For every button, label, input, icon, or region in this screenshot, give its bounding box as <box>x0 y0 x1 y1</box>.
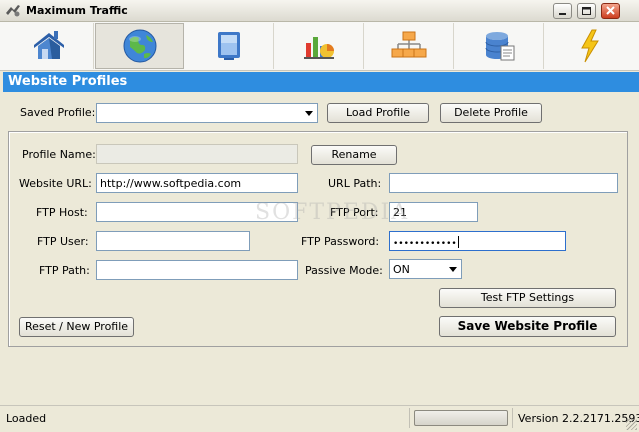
chevron-down-icon <box>300 104 317 122</box>
website-url-field[interactable]: http://www.softpedia.com <box>96 173 298 193</box>
saved-profile-label: Saved Profile: <box>20 106 96 119</box>
ftp-port-field[interactable]: 21 <box>389 202 478 222</box>
save-website-profile-button[interactable]: Save Website Profile <box>439 316 616 337</box>
globe-tool-button[interactable] <box>95 23 184 69</box>
home-icon <box>34 31 64 59</box>
passive-mode-select[interactable]: ON <box>389 259 462 279</box>
ftp-password-label: FTP Password: <box>301 235 380 248</box>
reset-new-profile-button[interactable]: Reset / New Profile <box>19 317 134 337</box>
saved-profile-select[interactable] <box>96 103 318 123</box>
url-path-label: URL Path: <box>328 177 382 190</box>
lightning-icon <box>580 29 599 63</box>
app-icon <box>6 5 20 17</box>
database-icon <box>485 32 515 61</box>
website-url-label: Website URL: <box>19 177 92 190</box>
status-divider <box>512 408 513 428</box>
window-title: Maximum Traffic <box>26 4 128 17</box>
test-ftp-settings-button[interactable]: Test FTP Settings <box>439 288 616 308</box>
load-profile-button[interactable]: Load Profile <box>327 103 429 123</box>
delete-profile-button[interactable]: Delete Profile <box>440 103 542 123</box>
monitor-tool-button[interactable] <box>185 23 274 69</box>
ftp-user-label: FTP User: <box>37 235 89 248</box>
ftp-password-value: •••••••••••• <box>393 239 457 249</box>
ftp-host-field[interactable] <box>96 202 298 222</box>
maximize-button[interactable] <box>577 3 596 19</box>
chevron-down-icon <box>444 260 461 278</box>
home-tool-button[interactable] <box>5 23 94 69</box>
status-divider <box>409 408 410 428</box>
sitemap-icon <box>391 31 427 58</box>
progress-bar <box>414 410 508 426</box>
profile-name-label: Profile Name: <box>22 148 96 161</box>
maximize-icon <box>582 7 591 15</box>
resize-grip-icon[interactable] <box>626 419 637 430</box>
close-icon <box>606 6 615 15</box>
text-caret <box>457 236 459 248</box>
passive-mode-value: ON <box>393 263 410 276</box>
globe-icon <box>123 29 156 63</box>
title-bar: Maximum Traffic <box>0 0 639 22</box>
section-header: Website Profiles <box>3 72 639 92</box>
ftp-user-field[interactable] <box>96 231 250 251</box>
sitemap-tool-button[interactable] <box>365 23 454 69</box>
lightning-tool-button[interactable] <box>545 23 634 69</box>
monitor-icon <box>218 32 240 60</box>
profile-name-field[interactable] <box>96 144 298 164</box>
chart-tool-button[interactable] <box>275 23 364 69</box>
url-path-field[interactable] <box>389 173 618 193</box>
status-text: Loaded <box>6 412 47 425</box>
ftp-path-label: FTP Path: <box>39 264 90 277</box>
close-button[interactable] <box>601 3 620 19</box>
main-toolbar <box>0 22 639 71</box>
chart-icon <box>304 37 334 59</box>
rename-button[interactable]: Rename <box>311 145 397 165</box>
ftp-port-label: FTP Port: <box>330 206 379 219</box>
passive-mode-label: Passive Mode: <box>305 264 383 277</box>
database-tool-button[interactable] <box>455 23 544 69</box>
ftp-password-field[interactable]: •••••••••••• <box>389 231 566 251</box>
ftp-host-label: FTP Host: <box>36 206 88 219</box>
minimize-button[interactable] <box>553 3 572 19</box>
version-text: Version 2.2.2171.2593 <box>518 412 639 425</box>
minimize-icon <box>559 13 566 15</box>
ftp-path-field[interactable] <box>96 260 298 280</box>
